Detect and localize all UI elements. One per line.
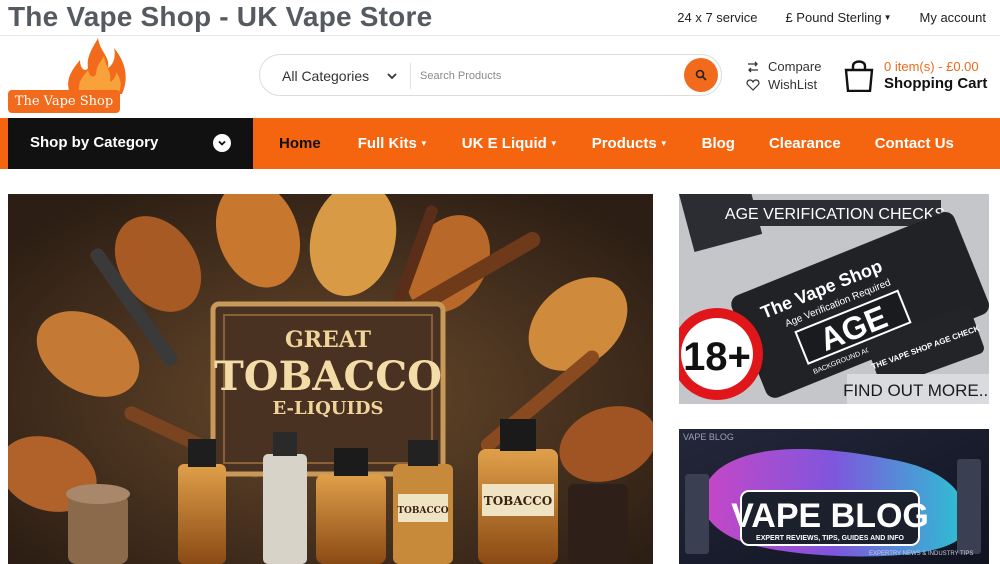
blog-news: EXPERTRY NEWS & INDUSTRY TIPS [869,551,973,557]
search-input[interactable] [420,64,680,88]
caret-down-icon: ▼ [549,139,558,148]
currency-label: £ Pound Sterling [785,10,882,25]
shop-by-category-label: Shop by Category [30,134,159,151]
nav-full-kits[interactable]: Full Kits ▼ [341,135,445,152]
header: The Vape Shop All Categories Compare [0,36,1000,118]
wishlist-label: WishList [768,77,818,92]
currency-dropdown[interactable]: £ Pound Sterling ▼ [785,10,891,25]
search-icon [695,69,707,81]
flame-icon [68,38,126,94]
age-title: AGE VERIFICATION CHECKS [725,206,945,223]
caret-down-icon: ▼ [659,139,668,148]
nav-home[interactable]: Home [253,135,341,152]
chevron-down-icon[interactable] [386,70,398,82]
compare-wishlist: Compare WishList [746,58,821,94]
nav-full-kits-label: Full Kits [357,135,417,152]
nav-clearance[interactable]: Clearance [752,135,858,152]
nav-uk-e-liquid-label: UK E Liquid [461,135,547,152]
bottle-label: TOBACCO [397,506,448,516]
age-verification-illustration: AGE VERIFICATION CHECKS The Vape Shop Ag… [679,194,989,404]
hero-line2: TOBACCO [214,353,442,400]
compare-label: Compare [768,59,822,74]
caret-down-icon: ▼ [419,139,428,148]
blog-subtitle: EXPERT REVIEWS, TIPS, GUIDES AND INFO [756,535,904,542]
cart-count: 0 item(s) - £0.00 [884,59,979,74]
caret-down-icon: ▼ [883,13,892,22]
shopping-bag-icon [844,60,874,92]
top-bar: The Vape Shop - UK Vape Store 24 x 7 ser… [0,0,1000,36]
category-select[interactable]: All Categories [282,68,369,84]
nav-products[interactable]: Products ▼ [575,135,685,152]
heart-icon [746,79,760,91]
tobacco-illustration: GREAT TOBACCO E-LIQUIDS TOBACCO TOBACCO [8,194,653,564]
hero-line1: GREAT [285,327,372,353]
age-verification-banner[interactable]: AGE VERIFICATION CHECKS The Vape Shop Ag… [679,194,989,404]
blog-corner: VAPE BLOG [683,432,734,442]
blog-title: VAPE BLOG [731,497,929,535]
compare-icon [748,61,758,73]
hero-banner-tobacco[interactable]: GREAT TOBACCO E-LIQUIDS TOBACCO TOBACCO [8,194,653,564]
wishlist-link[interactable]: WishList [746,76,821,94]
top-links: 24 x 7 service £ Pound Sterling ▼ My acco… [677,10,986,25]
shop-by-category-button[interactable]: Shop by Category [8,118,253,169]
nav-uk-e-liquid[interactable]: UK E Liquid ▼ [445,135,575,152]
nav-blog[interactable]: Blog [685,135,752,152]
age-badge-18: 18+ [683,335,751,379]
nav-items: Home Full Kits ▼ UK E Liquid ▼ Products ▼ B… [253,118,971,169]
main-nav: Shop by Category Home Full Kits ▼ UK E Li… [0,118,1000,169]
cart-label: Shopping Cart [884,75,988,92]
compare-link[interactable]: Compare [746,58,821,76]
vape-blog-banner[interactable]: VAPE BLOG VAPE BLOG EXPERT REVIEWS, TIPS… [679,429,989,564]
nav-products-label: Products [591,135,657,152]
divider [410,63,411,89]
service-link[interactable]: 24 x 7 service [677,10,757,25]
hero-line3: E-LIQUIDS [272,398,383,419]
vape-blog-illustration: VAPE BLOG VAPE BLOG EXPERT REVIEWS, TIPS… [679,429,989,564]
logo[interactable]: The Vape Shop [8,38,126,114]
nav-contact-us[interactable]: Contact Us [858,135,971,152]
chevron-down-icon [213,134,231,152]
logo-text: The Vape Shop [8,90,120,113]
search-button[interactable] [684,58,718,92]
bottle-label: TOBACCO [484,494,552,508]
shopping-cart[interactable]: 0 item(s) - £0.00 Shopping Cart [843,58,993,98]
site-title: The Vape Shop - UK Vape Store [8,1,433,32]
search-bar: All Categories [259,54,722,96]
account-link[interactable]: My account [920,10,986,25]
find-out-more: FIND OUT MORE... [843,381,989,400]
